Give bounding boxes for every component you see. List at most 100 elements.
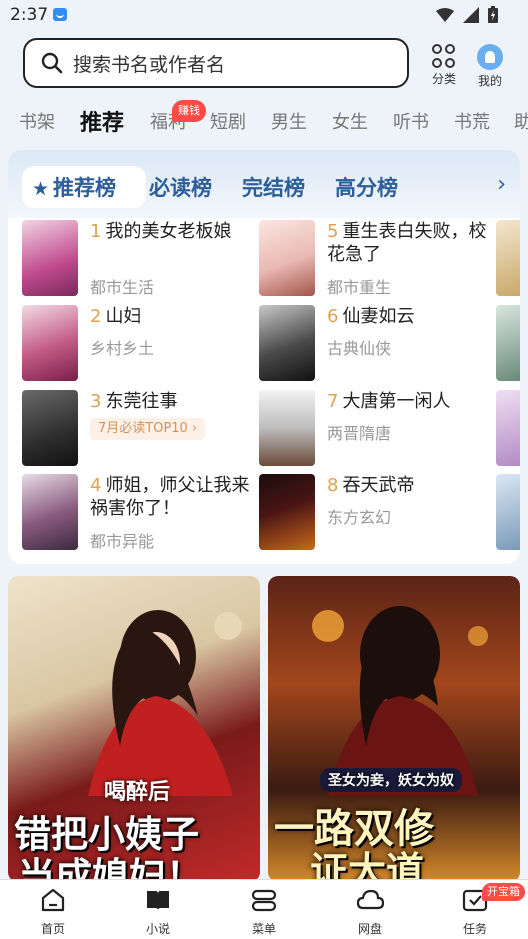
category-tab-bar: 书架 推荐 福利 短剧 男生 女生 听书 书荒 助 <box>0 100 528 140</box>
book-title: 师姐，师父让我来祸害你了！ <box>90 475 250 519</box>
star-icon: ★ <box>32 178 50 200</box>
book-genre: 两晋隋唐 <box>327 424 392 443</box>
book-genre: 都市异能 <box>90 532 155 551</box>
book-title: 东莞往事 <box>105 391 178 412</box>
nav-novel[interactable]: 小说 <box>128 886 188 937</box>
book-title: 我的美女老板娘 <box>105 221 232 242</box>
book-rank: 2 <box>90 306 102 327</box>
status-bar: 2:37 <box>0 0 528 32</box>
banner-illustration <box>312 606 488 796</box>
nav-home-label: 首页 <box>40 922 65 936</box>
bottom-nav: 首页 小说 菜单 网盘 任务 <box>0 879 528 939</box>
nav-menu[interactable]: 菜单 <box>234 886 294 937</box>
status-icons <box>436 6 498 23</box>
search-icon <box>41 52 63 74</box>
book-item[interactable]: 6 仙妻如云 古典仙侠 <box>259 305 489 383</box>
category-button[interactable]: 分类 <box>424 44 464 87</box>
promo-banner[interactable]: 喝醉后 错把小姨子 当成媳妇！ <box>8 576 260 882</box>
book-cover <box>22 474 78 550</box>
nav-home[interactable]: 首页 <box>23 886 83 937</box>
book-cover <box>259 474 315 550</box>
status-time: 2:37 <box>10 5 49 25</box>
signal-icon <box>463 6 479 23</box>
chevron-right-icon[interactable]: › <box>497 172 506 197</box>
grid-icon <box>432 44 456 68</box>
banner-caption-top: 圣女为妾，妖女为奴 <box>320 768 462 792</box>
book-item[interactable]: 3 东莞往事 7月必读TOP10 › <box>22 390 252 468</box>
book-cover[interactable] <box>496 220 520 296</box>
ranking-card: ★ 推荐榜 必读榜 完结榜 高分榜 › 1 我的美女老板娘 都市生活 2 山妇 乡村乡… <box>8 150 520 564</box>
nav-cloud-drive-label: 网盘 <box>357 922 382 936</box>
book-icon <box>147 891 169 910</box>
rank-tab-bar: ★ 推荐榜 必读榜 完结榜 高分榜 › <box>8 150 520 218</box>
book-rank: 4 <box>90 475 102 496</box>
book-title: 吞天武帝 <box>342 475 415 496</box>
banner-illustration <box>88 610 242 796</box>
book-genre: 东方玄幻 <box>327 508 392 527</box>
avatar <box>477 44 503 70</box>
earn-badge: 赚钱 <box>172 100 206 122</box>
book-item[interactable]: 2 山妇 乡村乡土 <box>22 305 252 383</box>
app-notification-icon <box>53 8 67 21</box>
me-button[interactable]: 我的 <box>470 44 510 89</box>
tab-female[interactable]: 女生 <box>332 108 368 134</box>
tab-recommend[interactable]: 推荐 <box>80 105 124 137</box>
battery-icon <box>488 6 498 23</box>
book-rank: 7 <box>327 391 339 412</box>
book-cover[interactable] <box>496 474 520 550</box>
tab-book-shortage[interactable]: 书荒 <box>454 108 490 134</box>
search-placeholder: 搜索书名或作者名 <box>73 53 226 76</box>
book-title: 大唐第一闲人 <box>342 391 451 412</box>
promo-banner[interactable]: 圣女为妾，妖女为奴 一路双修 证大道 <box>268 576 520 882</box>
home-icon <box>41 888 65 912</box>
me-label: 我的 <box>477 74 502 88</box>
book-title: 仙妻如云 <box>342 306 415 327</box>
banner-caption-top: 喝醉后 <box>104 779 171 805</box>
tab-audiobook[interactable]: 听书 <box>393 108 429 134</box>
nav-tasks-label: 任务 <box>462 922 487 936</box>
book-item[interactable]: 1 我的美女老板娘 都市生活 <box>22 220 252 298</box>
tab-male[interactable]: 男生 <box>271 108 307 134</box>
book-cover <box>259 220 315 296</box>
tab-more[interactable]: 助 <box>514 108 528 134</box>
book-item[interactable]: 5 重生表白失败，校花急了 都市重生 <box>259 220 489 298</box>
treasure-chest-badge[interactable]: 开宝箱 <box>482 883 525 901</box>
rank-tab-must-read[interactable]: 必读榜 <box>149 172 212 202</box>
book-title: 山妇 <box>105 306 142 327</box>
category-label: 分类 <box>431 72 456 86</box>
rank-tab-recommend[interactable]: ★ 推荐榜 <box>32 172 116 202</box>
book-rank: 1 <box>90 221 102 242</box>
book-cover <box>22 390 78 466</box>
menu-icon <box>251 889 277 912</box>
nav-menu-label: 菜单 <box>251 922 276 936</box>
banner-caption-sub: 当成媳妇！ <box>18 854 203 882</box>
book-rank: 6 <box>327 306 339 327</box>
book-cover[interactable] <box>496 305 520 381</box>
nav-novel-label: 小说 <box>145 922 170 936</box>
book-item[interactable]: 7 大唐第一闲人 两晋隋唐 <box>259 390 489 468</box>
tab-shelf[interactable]: 书架 <box>19 108 55 134</box>
book-genre: 都市生活 <box>90 278 155 297</box>
book-tag[interactable]: 7月必读TOP10 › <box>90 418 206 440</box>
tab-short-drama[interactable]: 短剧 <box>210 108 246 134</box>
book-rank: 8 <box>327 475 339 496</box>
book-title: 重生表白失败，校花急了 <box>327 221 487 265</box>
search-input[interactable]: 搜索书名或作者名 <box>23 38 409 88</box>
book-cover <box>259 390 315 466</box>
book-genre: 都市重生 <box>327 278 392 297</box>
nav-cloud-drive[interactable]: 网盘 <box>340 886 400 937</box>
book-cover <box>22 305 78 381</box>
rank-tab-completed[interactable]: 完结榜 <box>242 172 305 202</box>
book-cover[interactable] <box>496 390 520 466</box>
rank-tab-high-score[interactable]: 高分榜 <box>335 172 398 202</box>
book-genre: 乡村乡土 <box>90 339 155 358</box>
book-rank: 3 <box>90 391 102 412</box>
book-item[interactable]: 4 师姐，师父让我来祸害你了！ 都市异能 <box>22 474 252 552</box>
banner-caption-sub: 证大道 <box>310 848 425 882</box>
book-genre: 古典仙侠 <box>327 339 392 358</box>
book-rank: 5 <box>327 221 339 242</box>
book-cover <box>22 220 78 296</box>
cloud-icon <box>356 889 385 910</box>
book-cover <box>259 305 315 381</box>
book-item[interactable]: 8 吞天武帝 东方玄幻 <box>259 474 489 552</box>
